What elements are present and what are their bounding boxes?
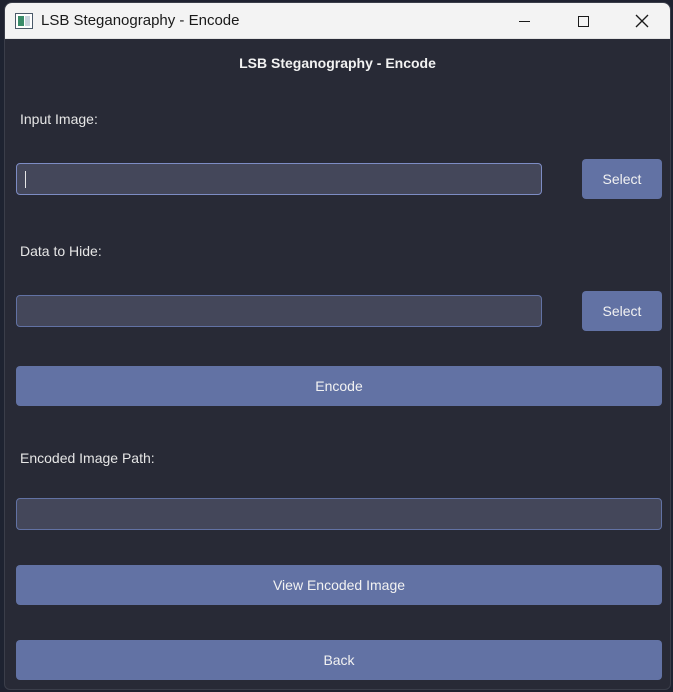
encode-window: LSB Steganography - Encode LSB Steganogr… bbox=[4, 2, 671, 690]
page-heading: LSB Steganography - Encode bbox=[239, 55, 436, 71]
maximize-icon bbox=[577, 15, 589, 27]
select-input-image-button[interactable]: Select bbox=[582, 159, 662, 199]
title-bar[interactable]: LSB Steganography - Encode bbox=[5, 3, 670, 39]
data-to-hide-field[interactable] bbox=[16, 295, 542, 327]
view-encoded-image-button[interactable]: View Encoded Image bbox=[16, 565, 662, 605]
close-icon bbox=[635, 14, 649, 28]
minimize-icon bbox=[518, 20, 530, 22]
encoded-path-field[interactable] bbox=[16, 498, 662, 530]
select-data-button[interactable]: Select bbox=[582, 291, 662, 331]
close-button[interactable] bbox=[619, 3, 665, 39]
encode-button[interactable]: Encode bbox=[16, 366, 662, 406]
window-title: LSB Steganography - Encode bbox=[41, 12, 240, 29]
main-content: LSB Steganography - Encode Input Image: … bbox=[5, 39, 670, 689]
data-to-hide-label: Data to Hide: bbox=[20, 243, 102, 259]
input-image-field[interactable] bbox=[16, 163, 542, 195]
text-caret bbox=[25, 171, 26, 188]
minimize-button[interactable] bbox=[501, 3, 547, 39]
app-window-icon bbox=[15, 13, 33, 29]
maximize-button[interactable] bbox=[560, 3, 606, 39]
encoded-path-label: Encoded Image Path: bbox=[20, 450, 155, 466]
input-image-label: Input Image: bbox=[20, 111, 98, 127]
back-button[interactable]: Back bbox=[16, 640, 662, 680]
